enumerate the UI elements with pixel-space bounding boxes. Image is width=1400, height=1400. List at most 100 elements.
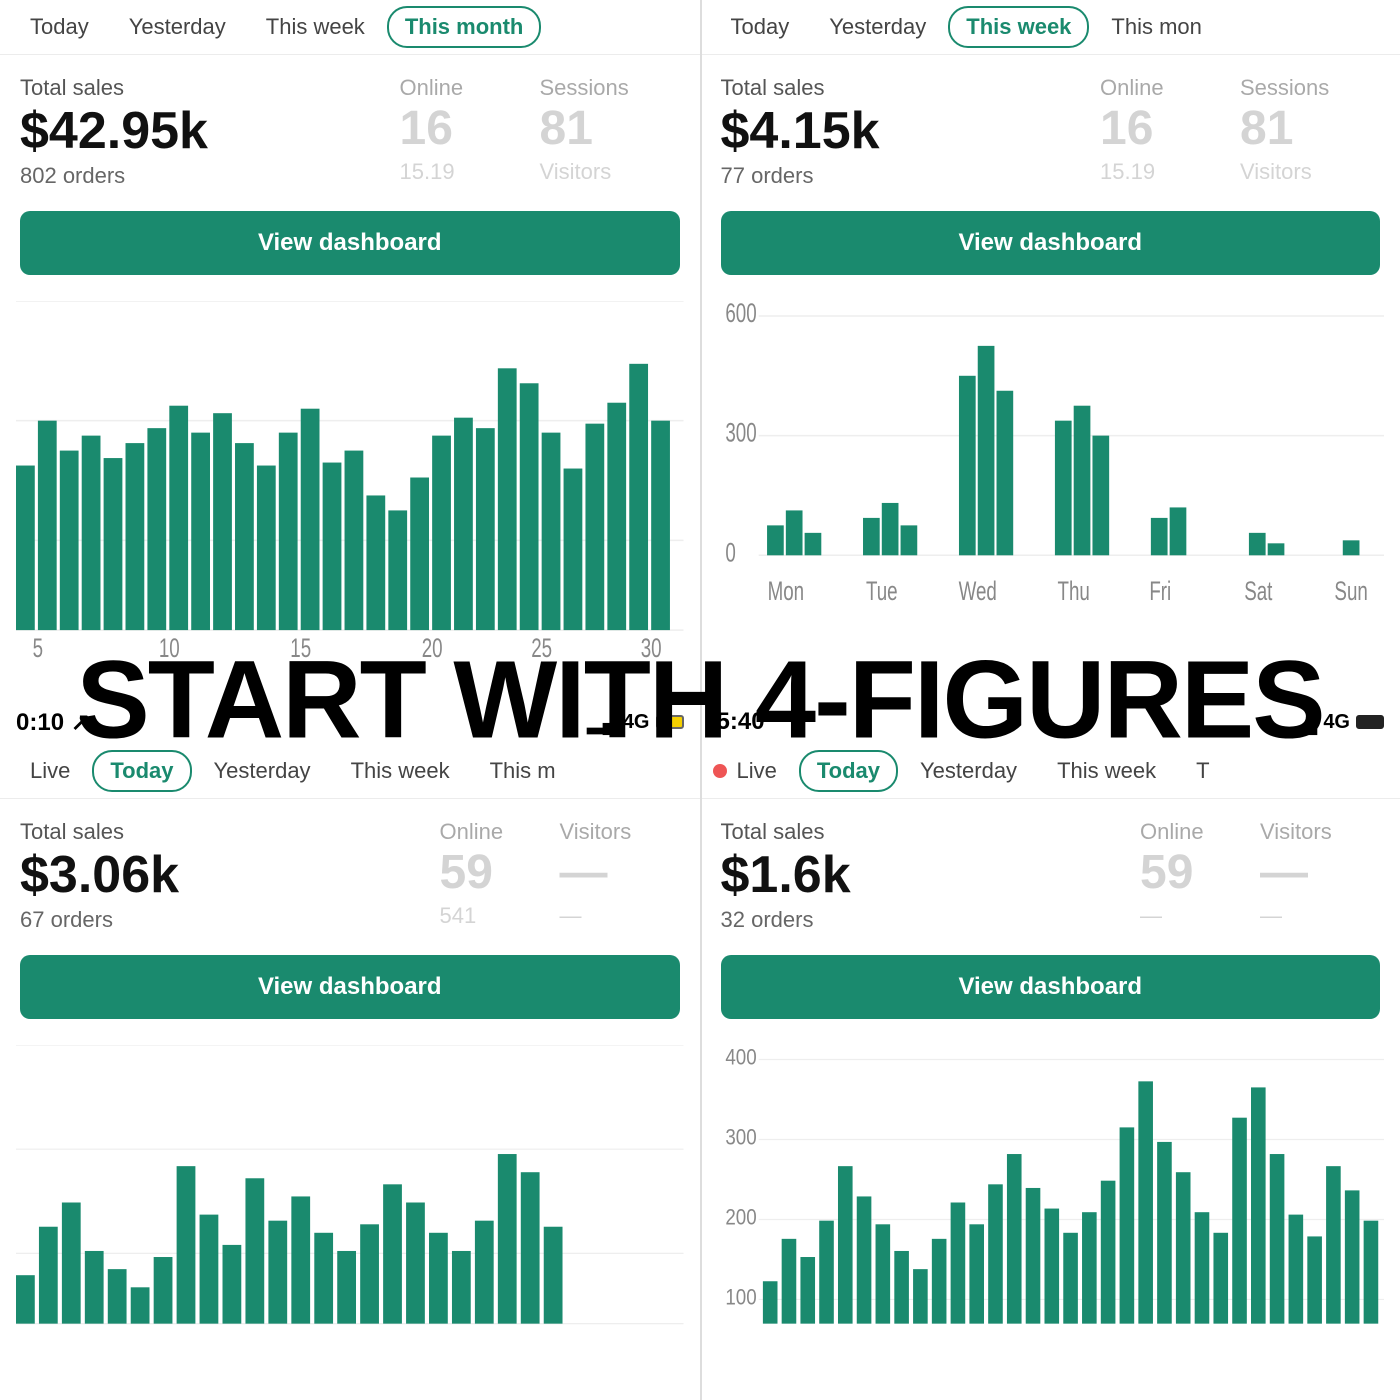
online-sub-tl: 15.19 — [400, 159, 540, 185]
view-dashboard-btn-bl[interactable]: View dashboard — [20, 955, 680, 1019]
filter-bar-top-left: Today Yesterday This week This month — [0, 0, 700, 55]
network-type-br: 4G — [1323, 711, 1350, 734]
stats-row-tr: Total sales $4.15k 77 orders Online 16 1… — [701, 55, 1400, 199]
secondary-stat-br: Online 59 — — [1140, 819, 1260, 929]
battery-icon-bl — [656, 715, 684, 729]
tab-thisweek-bl[interactable]: This week — [333, 750, 468, 792]
total-sales-value-tl: $42.95k — [20, 105, 400, 157]
online-sub-tr: 15.19 — [1100, 159, 1240, 185]
panel-bottom-right: 5:40 ▂▄ 4G Live Today Yesterday This wee… — [701, 700, 1400, 1400]
online-sub-br: — — [1140, 903, 1260, 929]
sessions-label-tl: Sessions — [540, 75, 680, 101]
visitors-value-br: — — [1260, 849, 1380, 897]
svg-text:200: 200 — [725, 1206, 756, 1230]
tab-yesterday-br[interactable]: Yesterday — [902, 750, 1035, 792]
svg-text:20: 20 — [422, 633, 443, 660]
sessions-stat-tl: Sessions 81 Visitors — [540, 75, 680, 185]
tab-thismonth-tl[interactable]: This month — [387, 6, 542, 48]
svg-text:Tue: Tue — [865, 576, 897, 606]
time-br: 5:40 — [717, 708, 765, 736]
sessions-sub-tr: Visitors — [1240, 159, 1380, 185]
tab-today-bl[interactable]: Today — [92, 750, 191, 792]
battery-icon-br — [1356, 715, 1384, 729]
icons-bl: ▂▄ 4G — [587, 710, 683, 735]
tab-today-tr[interactable]: Today — [713, 6, 808, 48]
stats-row-bl: Total sales $3.06k 67 orders Online 59 5… — [0, 799, 700, 943]
visitors-sub-br: — — [1260, 903, 1380, 929]
visitors-label-br: Visitors — [1260, 819, 1380, 845]
view-dashboard-btn-tl[interactable]: View dashboard — [20, 211, 680, 275]
online-label-tr: Online — [1100, 75, 1240, 101]
chart-tl: 5 10 15 20 25 30 — [0, 291, 700, 700]
total-sales-value-bl: $3.06k — [20, 849, 440, 901]
total-sales-label-bl: Total sales — [20, 819, 440, 845]
visitors-label-bl: Visitors — [560, 819, 680, 845]
view-dashboard-btn-br[interactable]: View dashboard — [721, 955, 1381, 1019]
panel-top-right: Today Yesterday This week This mon Total… — [701, 0, 1400, 700]
tab-thism-bl[interactable]: This m — [472, 750, 574, 792]
svg-text:600: 600 — [725, 301, 756, 328]
online-label-br: Online — [1140, 819, 1260, 845]
visitors-value-bl: — — [560, 849, 680, 897]
tab-today-tl[interactable]: Today — [12, 6, 107, 48]
sessions-stat-tr: Sessions 81 Visitors — [1240, 75, 1380, 185]
tab-yesterday-tl[interactable]: Yesterday — [111, 6, 244, 48]
chart-tr: 600 300 0 — [701, 291, 1400, 700]
stats-row-tl: Total sales $42.95k 802 orders Online 16… — [0, 55, 700, 199]
online-value-bl: 59 — [440, 849, 560, 897]
svg-text:30: 30 — [641, 633, 662, 660]
filter-bar-br: Live Today Yesterday This week T — [701, 744, 1400, 799]
tab-today-br[interactable]: Today — [799, 750, 898, 792]
svg-text:0: 0 — [725, 537, 735, 567]
total-sales-label-tl: Total sales — [20, 75, 400, 101]
signal-icon-br: ▂▄ — [1288, 710, 1318, 735]
online-label-tl: Online — [400, 75, 540, 101]
sessions-sub-tl: Visitors — [540, 159, 680, 185]
tab-thisweek-tr[interactable]: This week — [948, 6, 1089, 48]
panel-top-left: Today Yesterday This week This month Tot… — [0, 0, 701, 700]
total-sales-label-tr: Total sales — [721, 75, 1101, 101]
tab-yesterday-bl[interactable]: Yesterday — [196, 750, 329, 792]
svg-text:10: 10 — [159, 633, 180, 660]
primary-stat-tr: Total sales $4.15k 77 orders — [721, 75, 1101, 189]
svg-text:15: 15 — [290, 633, 311, 660]
orders-tl: 802 orders — [20, 163, 400, 189]
primary-stat-bl: Total sales $3.06k 67 orders — [20, 819, 440, 933]
panel-bottom-left: 0:10 ↗ ▂▄ 4G Live Today Yesterday This w… — [0, 700, 701, 1400]
sessions-label-tr: Sessions — [1240, 75, 1380, 101]
orders-bl: 67 orders — [20, 907, 440, 933]
view-dashboard-btn-tr[interactable]: View dashboard — [721, 211, 1381, 275]
visitors-sub-bl: — — [560, 903, 680, 929]
filter-bar-top-right: Today Yesterday This week This mon — [701, 0, 1400, 55]
secondary-stat-tl: Online 16 15.19 — [400, 75, 540, 185]
tab-thismon-tr[interactable]: This mon — [1093, 6, 1219, 48]
tab-yesterday-tr[interactable]: Yesterday — [811, 6, 944, 48]
svg-text:Sun: Sun — [1334, 576, 1367, 606]
total-sales-value-tr: $4.15k — [721, 105, 1101, 157]
filter-bar-bl: Live Today Yesterday This week This m — [0, 744, 700, 799]
stats-row-br: Total sales $1.6k 32 orders Online 59 — … — [701, 799, 1400, 943]
chart-bl — [0, 1035, 700, 1400]
online-value-tl: 16 — [400, 105, 540, 153]
svg-text:400: 400 — [725, 1046, 756, 1070]
online-value-tr: 16 — [1100, 105, 1240, 153]
sessions-value-tl: 81 — [540, 105, 680, 153]
live-indicator-br: Live — [713, 750, 795, 792]
primary-stat-tl: Total sales $42.95k 802 orders — [20, 75, 400, 189]
total-sales-value-br: $1.6k — [721, 849, 1141, 901]
live-dot-br — [713, 764, 727, 778]
vertical-divider — [700, 0, 702, 1400]
secondary-stat-bl: Online 59 541 — [440, 819, 560, 929]
primary-stat-br: Total sales $1.6k 32 orders — [721, 819, 1141, 933]
tab-thisweek-tl[interactable]: This week — [248, 6, 383, 48]
time-bl: 0:10 ↗ — [16, 708, 91, 737]
tab-live-br[interactable]: Live — [731, 750, 795, 792]
svg-text:Sat: Sat — [1244, 576, 1273, 606]
tab-live-bl[interactable]: Live — [12, 750, 88, 792]
tab-t-br[interactable]: T — [1178, 750, 1227, 792]
svg-text:5: 5 — [33, 633, 43, 660]
visitors-stat-bl: Visitors — — — [560, 819, 680, 929]
sessions-value-tr: 81 — [1240, 105, 1380, 153]
status-bar-br: 5:40 ▂▄ 4G — [701, 700, 1400, 744]
tab-thisweek-br[interactable]: This week — [1039, 750, 1174, 792]
